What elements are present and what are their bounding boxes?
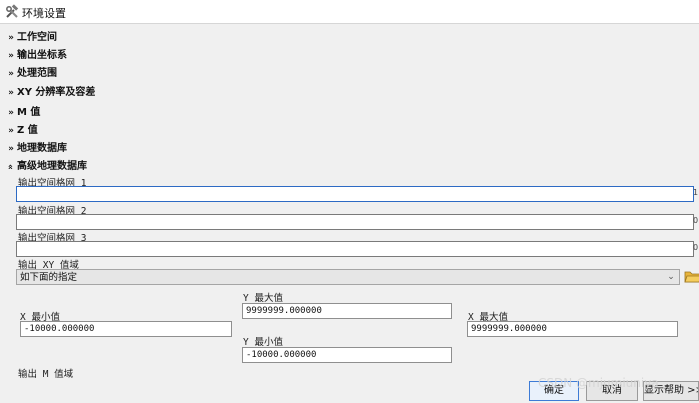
ymax-label: Y 最大值 <box>243 293 283 304</box>
chevron-down-icon: » <box>8 144 14 154</box>
xy-domain-select[interactable]: 如下面的指定 ⌄ <box>16 269 680 285</box>
section-label: 地理数据库 <box>17 143 67 154</box>
chevron-down-icon: » <box>8 69 14 79</box>
hammer-wrench-icon <box>6 4 19 18</box>
xmax-input[interactable]: 9999999.000000 <box>467 321 678 337</box>
grid3-input[interactable] <box>16 241 694 257</box>
ymin-label: Y 最小值 <box>243 337 283 348</box>
section-label: M 值 <box>17 107 41 118</box>
section-label: 高级地理数据库 <box>17 161 87 172</box>
grid1-input[interactable] <box>16 186 694 202</box>
section-label: XY 分辨率及容差 <box>17 87 96 98</box>
m-domain-label: 输出 M 值域 <box>18 369 74 380</box>
grid1-edge-text: 1 <box>693 188 699 197</box>
grid2-edge-text: 0 <box>693 216 699 225</box>
chevron-down-icon: » <box>8 126 14 136</box>
show-help-button[interactable]: 显示帮助 >> <box>643 381 699 401</box>
window-title: 环境设置 <box>22 7 66 20</box>
section-label: Z 值 <box>17 125 38 136</box>
section-label: 工作空间 <box>17 32 57 43</box>
xmin-input[interactable]: -10000.000000 <box>20 321 232 337</box>
cancel-button[interactable]: 取消 <box>586 381 638 401</box>
grid3-edge-text: 0 <box>693 243 699 252</box>
chevron-down-icon: » <box>8 88 14 98</box>
open-folder-icon[interactable] <box>684 267 699 285</box>
section-label: 输出坐标系 <box>17 50 67 61</box>
title-bar: 环境设置 <box>0 0 699 24</box>
ymax-input[interactable]: 9999999.000000 <box>242 303 452 319</box>
chevron-down-icon: » <box>8 51 14 61</box>
chevron-down-icon[interactable]: ⌄ <box>665 270 677 284</box>
chevron-down-icon: » <box>8 108 14 118</box>
section-label: 处理范围 <box>17 68 57 79</box>
chevron-down-icon: » <box>8 33 14 43</box>
xy-domain-selected: 如下面的指定 <box>20 272 78 283</box>
ymin-input[interactable]: -10000.000000 <box>242 347 452 363</box>
ok-button[interactable]: 确定 <box>529 381 579 401</box>
chevron-up-icon: » <box>6 164 16 170</box>
grid2-input[interactable] <box>16 214 694 230</box>
